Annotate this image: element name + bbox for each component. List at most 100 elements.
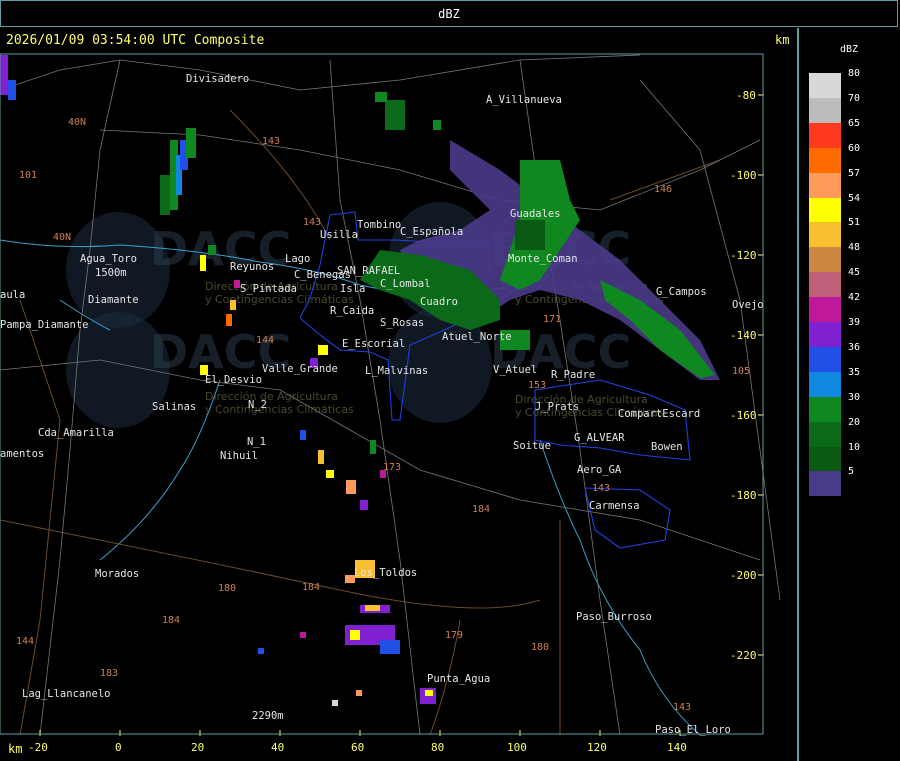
svg-text:Paso_Burroso: Paso_Burroso — [576, 611, 652, 623]
legend-swatch — [809, 446, 841, 472]
legend-label: 30 — [848, 391, 861, 403]
svg-text:S_Pintada: S_Pintada — [240, 283, 297, 295]
legend-label: 20 — [848, 416, 861, 428]
svg-text:Salinas: Salinas — [152, 401, 196, 413]
svg-text:143: 143 — [673, 702, 691, 713]
legend-swatch — [809, 73, 841, 98]
legend-swatch — [809, 247, 841, 273]
svg-text:Bowen: Bowen — [651, 441, 683, 453]
svg-text:SAN_RAFAEL: SAN_RAFAEL — [337, 265, 400, 277]
svg-text:G_ALVEAR: G_ALVEAR — [574, 432, 625, 444]
legend-label: 80 — [848, 68, 861, 79]
svg-text:CompartEscard: CompartEscard — [618, 408, 700, 420]
svg-text:-140: -140 — [730, 329, 757, 342]
timestamp-header: 2026/01/09 03:54:00 UTC Composite — [6, 33, 265, 48]
svg-text:aula: aula — [0, 289, 25, 301]
legend-swatch — [809, 297, 841, 323]
legend-label: 5 — [848, 466, 855, 478]
svg-text:40N: 40N — [68, 117, 86, 128]
svg-text:184: 184 — [472, 504, 490, 515]
legend-swatch — [809, 197, 841, 223]
legend-label: 48 — [848, 242, 861, 254]
svg-text:Soitue: Soitue — [513, 440, 551, 452]
svg-text:Tombino: Tombino — [357, 219, 401, 231]
svg-text:143: 143 — [303, 217, 321, 228]
svg-text:184: 184 — [162, 615, 180, 626]
svg-text:Morados: Morados — [95, 568, 139, 580]
svg-text:-160: -160 — [730, 409, 757, 422]
svg-text:Cuadro: Cuadro — [420, 296, 458, 308]
svg-text:R_Caida: R_Caida — [330, 305, 374, 317]
window-title: dBZ — [0, 0, 898, 27]
svg-text:101: 101 — [19, 170, 37, 181]
legend-label: 54 — [848, 192, 861, 204]
svg-text:V_Atuel: V_Atuel — [493, 364, 537, 376]
svg-text:Aero_GA: Aero_GA — [577, 464, 622, 476]
svg-text:179: 179 — [445, 630, 463, 641]
legend-label: 35 — [848, 366, 861, 378]
svg-text:J_Prats: J_Prats — [535, 401, 579, 413]
svg-text:S_Rosas: S_Rosas — [380, 317, 424, 329]
svg-text:N_2: N_2 — [248, 399, 267, 411]
legend-label: 45 — [848, 267, 861, 279]
legend-label: 70 — [848, 92, 861, 104]
svg-text:153: 153 — [528, 380, 546, 391]
svg-text:183: 183 — [100, 668, 118, 679]
svg-text:-20: -20 — [28, 741, 48, 754]
svg-text:100: 100 — [507, 741, 527, 754]
legend-label: 10 — [848, 441, 861, 453]
svg-text:C_Española: C_Española — [400, 226, 463, 238]
svg-text:Agua_Toro: Agua_Toro — [80, 253, 137, 265]
svg-text:180: 180 — [531, 642, 549, 653]
svg-text:143: 143 — [592, 483, 610, 494]
svg-text:Punta_Agua: Punta_Agua — [427, 673, 490, 685]
legend-label: 39 — [848, 317, 861, 328]
radar-map[interactable]: DACC Dirección de Agricultura y Continge… — [0, 28, 798, 761]
svg-text:C_Lombal: C_Lombal — [380, 278, 431, 290]
legend-swatch — [809, 97, 841, 123]
legend-swatch — [809, 322, 841, 347]
unit-label-bottom: km — [8, 742, 23, 756]
svg-text:80: 80 — [431, 741, 444, 754]
svg-text:20: 20 — [191, 741, 204, 754]
svg-text:Reyunos: Reyunos — [230, 261, 274, 273]
svg-text:Ovejo: Ovejo — [732, 299, 764, 311]
legend-swatch — [809, 346, 841, 372]
svg-text:-120: -120 — [730, 249, 757, 262]
legend-swatch — [809, 396, 841, 422]
svg-text:N_1: N_1 — [247, 436, 266, 448]
svg-text:144: 144 — [16, 636, 34, 647]
svg-text:Valle_Grande: Valle_Grande — [262, 363, 338, 375]
svg-text:146: 146 — [654, 184, 672, 195]
svg-text:Divisadero: Divisadero — [186, 73, 249, 85]
svg-text:Los_Toldos: Los_Toldos — [354, 567, 417, 579]
svg-text:A_Villanueva: A_Villanueva — [486, 94, 562, 106]
svg-text:144: 144 — [256, 335, 274, 346]
legend-label: 36 — [848, 341, 861, 353]
svg-text:Cda_Amarilla: Cda_Amarilla — [38, 427, 114, 439]
svg-text:-100: -100 — [730, 169, 757, 182]
svg-text:1500m: 1500m — [95, 267, 127, 279]
svg-text:Lag_Llancanelo: Lag_Llancanelo — [22, 688, 111, 700]
svg-text:120: 120 — [587, 741, 607, 754]
svg-text:R_Padre: R_Padre — [551, 369, 595, 381]
svg-text:184: 184 — [302, 582, 320, 593]
legend-label: 51 — [848, 217, 861, 229]
legend-swatch — [809, 172, 841, 198]
svg-text:143: 143 — [262, 136, 280, 147]
svg-text:40: 40 — [271, 741, 284, 754]
svg-text:180: 180 — [218, 583, 236, 594]
svg-text:El_Desvio: El_Desvio — [205, 374, 262, 386]
svg-text:Diamante: Diamante — [88, 294, 139, 306]
legend-label: 65 — [848, 117, 861, 129]
legend-label: 42 — [848, 292, 861, 304]
legend-swatch — [809, 272, 841, 298]
legend-title: dBZ — [840, 44, 859, 55]
x-axis-ticks: -20 0 20 40 60 80 100 120 140 — [28, 741, 687, 754]
svg-text:Dirección de Agricultura: Dirección de Agricultura — [205, 390, 338, 403]
legend-swatch — [809, 471, 841, 497]
svg-text:Isla: Isla — [340, 283, 365, 295]
svg-text:Guadales: Guadales — [510, 208, 561, 220]
svg-text:amentos: amentos — [0, 448, 44, 460]
svg-text:40N: 40N — [53, 232, 71, 243]
